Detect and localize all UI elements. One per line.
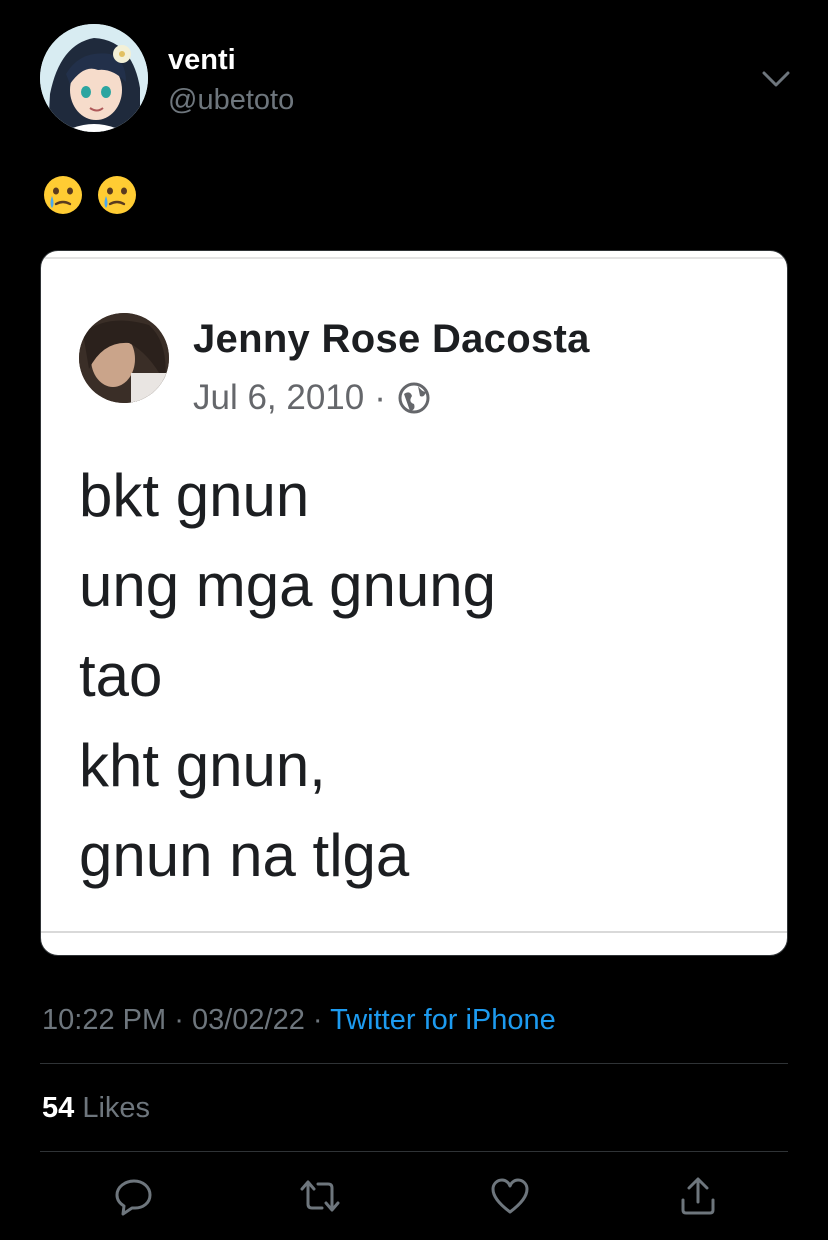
chevron-down-icon[interactable] [758, 64, 794, 94]
tweet-date: 03/02/22 [191, 1004, 305, 1036]
meta-separator: · [312, 1004, 323, 1036]
reply-icon[interactable] [112, 1174, 156, 1218]
meta-separator: · [374, 378, 386, 417]
post-line: kht gnun, [79, 732, 326, 799]
embedded-post-date: Jul 6, 2010 [193, 378, 365, 417]
post-line: bkt gnun [79, 462, 310, 529]
tweet-time: 10:22 PM [42, 1004, 167, 1036]
divider [40, 1063, 788, 1064]
like-icon[interactable] [488, 1174, 532, 1218]
face-holding-back-tears-icon [42, 174, 84, 216]
image-border-line [41, 257, 787, 259]
author-display-name[interactable]: venti [168, 42, 236, 78]
post-line: ung mga gnung [79, 552, 497, 619]
embedded-post-author: Jenny Rose Dacosta [193, 317, 590, 361]
likes-label: Likes [82, 1092, 151, 1124]
tweet-timestamp: 10:22 PM · 03/02/22 · Twitter for iPhone [42, 1000, 556, 1040]
tweet-source-link[interactable]: Twitter for iPhone [330, 1004, 556, 1036]
embedded-post-avatar [79, 313, 169, 403]
post-line: tao [79, 642, 163, 709]
retweet-icon[interactable] [298, 1174, 342, 1218]
tweet-text [42, 174, 138, 218]
likes-count: 54 [42, 1092, 75, 1124]
embedded-post-text: bkt gnun ung mga gnung tao kht gnun, gnu… [79, 451, 496, 901]
face-holding-back-tears-icon [96, 174, 138, 216]
post-line: gnun na tlga [79, 822, 410, 889]
share-icon[interactable] [676, 1174, 720, 1218]
author-avatar[interactable] [40, 24, 148, 132]
author-handle[interactable]: @ubetoto [168, 82, 294, 118]
meta-separator: · [174, 1004, 184, 1036]
divider [40, 1151, 788, 1152]
attached-image[interactable]: Jenny Rose Dacosta Jul 6, 2010 · bkt gnu… [40, 250, 788, 956]
likes-count-link[interactable]: 54 Likes [42, 1088, 150, 1128]
image-border-line [41, 931, 787, 933]
embedded-post-meta: Jul 6, 2010 · [193, 375, 432, 421]
globe-icon [396, 380, 432, 416]
